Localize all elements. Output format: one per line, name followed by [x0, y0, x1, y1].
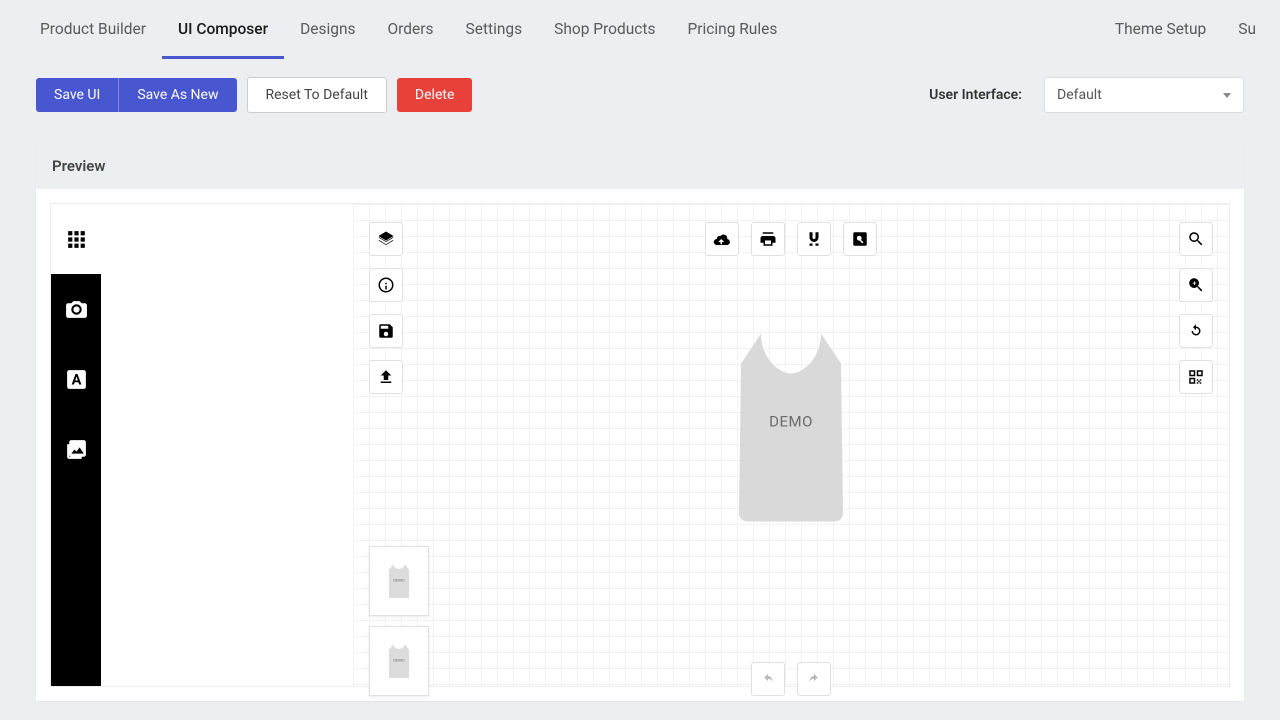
- preview-title: Preview: [36, 143, 1244, 189]
- preview-icon: [851, 230, 869, 248]
- text-icon: A: [64, 367, 89, 392]
- nav-pricing-rules[interactable]: Pricing Rules: [671, 0, 793, 59]
- magnet-icon: [805, 230, 823, 248]
- ui-selector[interactable]: Default: [1044, 77, 1244, 113]
- print-icon: [759, 230, 777, 248]
- qr-button[interactable]: [1179, 360, 1213, 394]
- upload-button[interactable]: [369, 360, 403, 394]
- delete-button[interactable]: Delete: [397, 78, 472, 112]
- layers-icon: [377, 230, 395, 248]
- reset-button[interactable]: Reset To Default: [247, 77, 387, 113]
- design-canvas[interactable]: DEMO DEMO DEMO: [353, 204, 1229, 686]
- image-icon: [64, 437, 89, 462]
- save-design-button[interactable]: [369, 314, 403, 348]
- nav-ui-composer[interactable]: UI Composer: [162, 0, 284, 59]
- save-as-new-button[interactable]: Save As New: [119, 78, 236, 112]
- chevron-down-icon: [1223, 93, 1231, 98]
- info-icon: [377, 276, 395, 294]
- toolbar: Save UI Save As New Reset To Default Del…: [0, 59, 1280, 131]
- magnet-button[interactable]: [797, 222, 831, 256]
- nav-orders[interactable]: Orders: [372, 0, 450, 59]
- undo-icon: [759, 670, 777, 688]
- cloud-upload-button[interactable]: [705, 222, 739, 256]
- camera-button[interactable]: [51, 274, 101, 344]
- view-thumbnails: DEMO DEMO: [369, 546, 429, 696]
- nav-product-builder[interactable]: Product Builder: [24, 0, 162, 59]
- apps-button[interactable]: [51, 204, 101, 274]
- save-icon: [377, 322, 395, 340]
- ui-selector-label: User Interface:: [929, 87, 1022, 103]
- print-button[interactable]: [751, 222, 785, 256]
- thumbnail-front[interactable]: DEMO: [369, 546, 429, 616]
- ui-selector-value: Default: [1057, 87, 1102, 103]
- cloud-upload-icon: [713, 230, 731, 248]
- search-button[interactable]: [1179, 222, 1213, 256]
- thumbnail-back[interactable]: DEMO: [369, 626, 429, 696]
- top-nav: Product Builder UI Composer Designs Orde…: [0, 0, 1280, 59]
- left-tool-rail: A: [51, 204, 101, 686]
- svg-text:A: A: [71, 370, 81, 388]
- redo-icon: [805, 670, 823, 688]
- text-button[interactable]: A: [51, 344, 101, 414]
- nav-truncated[interactable]: Su: [1222, 0, 1256, 59]
- search-icon: [1187, 230, 1205, 248]
- nav-shop-products[interactable]: Shop Products: [538, 0, 671, 59]
- save-button-group: Save UI Save As New: [36, 78, 237, 112]
- preview-button[interactable]: [843, 222, 877, 256]
- nav-settings[interactable]: Settings: [450, 0, 539, 59]
- save-ui-button[interactable]: Save UI: [36, 78, 119, 112]
- upload-icon: [377, 368, 395, 386]
- qr-icon: [1187, 368, 1205, 386]
- side-panel: [101, 204, 353, 686]
- layers-button[interactable]: [369, 222, 403, 256]
- redo-button[interactable]: [797, 662, 831, 696]
- nav-designs[interactable]: Designs: [284, 0, 371, 59]
- mini-demo-label: DEMO: [393, 658, 404, 663]
- mini-demo-label: DEMO: [393, 578, 404, 583]
- preview-panel: Preview A: [36, 143, 1244, 701]
- zoom-in-icon: [1187, 276, 1205, 294]
- refresh-icon: [1187, 322, 1205, 340]
- image-button[interactable]: [51, 414, 101, 484]
- info-button[interactable]: [369, 268, 403, 302]
- demo-label: DEMO: [769, 413, 813, 431]
- undo-button[interactable]: [751, 662, 785, 696]
- product-mockup: DEMO: [731, 328, 851, 523]
- refresh-button[interactable]: [1179, 314, 1213, 348]
- nav-theme-setup[interactable]: Theme Setup: [1099, 0, 1222, 59]
- zoom-in-button[interactable]: [1179, 268, 1213, 302]
- camera-icon: [64, 297, 89, 322]
- apps-icon: [64, 227, 89, 252]
